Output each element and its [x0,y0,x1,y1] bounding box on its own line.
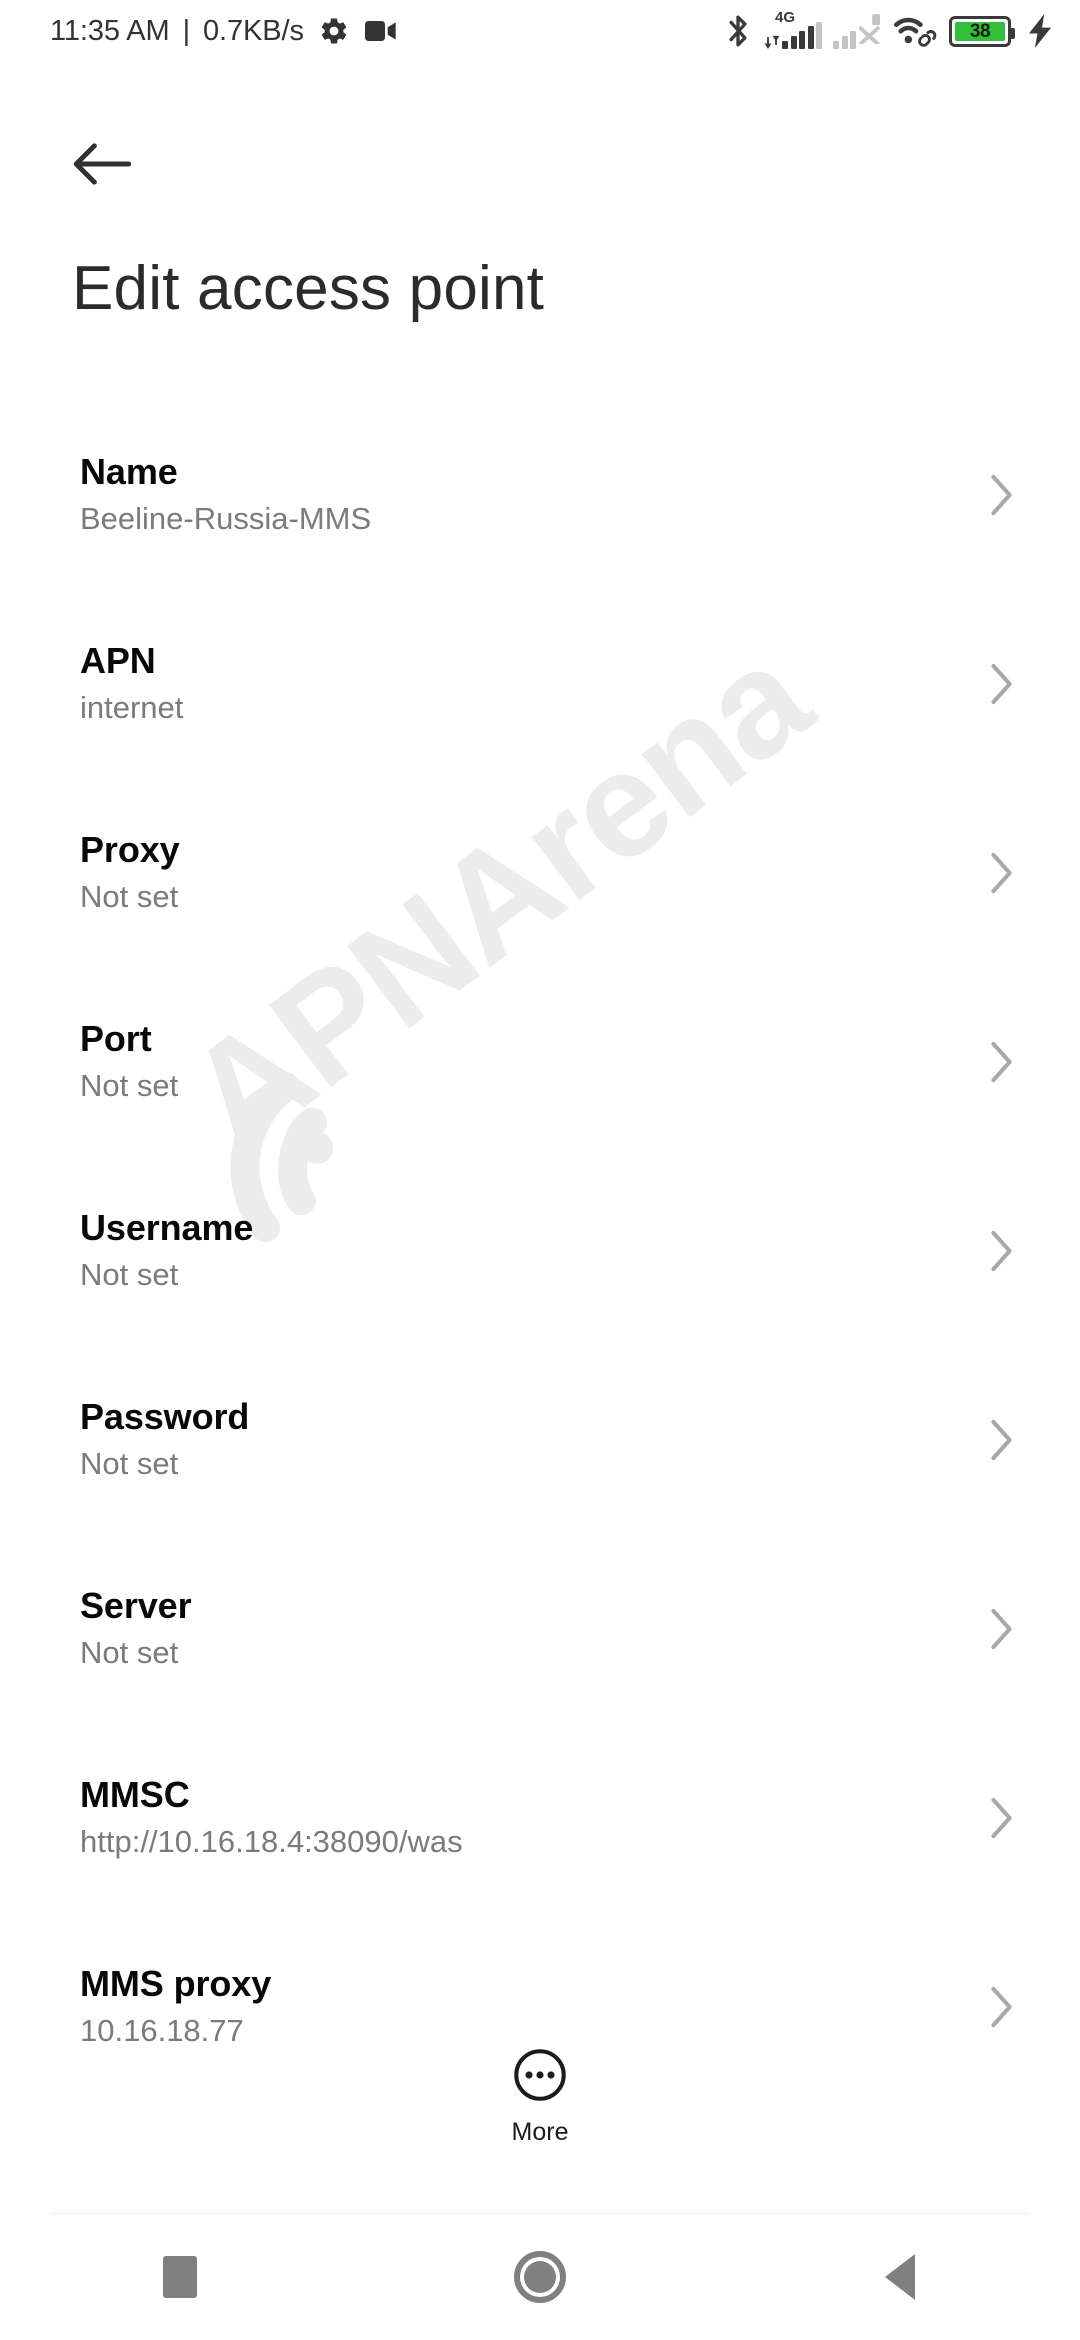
status-clock: 11:35 AM [50,14,170,47]
chevron-right-icon [980,1985,1024,2029]
chevron-right-icon [980,662,1024,706]
sim2-signal-icon [833,13,881,49]
row-texts: APN internet [80,639,960,729]
row-title: Proxy [80,828,180,870]
row-value: Not set [80,1256,179,1292]
status-bar-left: 11:35 AM | 0.7KB/s [50,15,397,48]
row-texts: MMS proxy 10.16.18.77 [80,1962,960,2052]
row-title: MMSC [80,1773,190,1815]
row-value: internet [80,689,184,725]
setting-row-mmsc[interactable]: MMSC http://10.16.18.4:38090/was [0,1723,1080,1912]
row-title: Username [80,1206,254,1248]
nav-home-button[interactable] [360,2214,720,2340]
network-type-label: 4G [775,9,796,26]
camcorder-icon [364,19,397,43]
status-bar-right: 4G 38 [723,9,1052,50]
battery-icon: 38 [949,15,1015,47]
status-bar: 11:35 AM | 0.7KB/s 4G 38 [0,0,1080,62]
chevron-right-icon [980,851,1024,895]
row-value: 10.16.18.77 [80,2012,244,2048]
access-point-settings-list: Name Beeline-Russia-MMS APN internet Pro… [0,400,1080,2101]
row-title: Name [80,450,178,492]
row-title: Server [80,1584,192,1626]
data-transfer-arrows-icon [764,27,780,49]
more-button-label: More [511,2118,569,2146]
row-value: Beeline-Russia-MMS [80,500,372,536]
bluetooth-icon [723,12,753,50]
chevron-right-icon [980,1229,1024,1273]
row-texts: MMSC http://10.16.18.4:38090/was [80,1773,960,1863]
setting-row-name[interactable]: Name Beeline-Russia-MMS [0,400,1080,589]
row-texts: Name Beeline-Russia-MMS [80,450,960,540]
row-texts: Username Not set [80,1206,960,1296]
phone-screen: 11:35 AM | 0.7KB/s 4G 38 APNArena Edit a… [0,0,1080,2340]
row-title: Password [80,1395,250,1437]
chevron-right-icon [980,1040,1024,1084]
row-texts: Server Not set [80,1584,960,1674]
circle-icon [514,2251,566,2303]
setting-row-password[interactable]: Password Not set [0,1345,1080,1534]
sim1-signal-icon: 4G [764,9,822,49]
nav-recents-button[interactable] [0,2214,360,2340]
back-button[interactable] [58,122,146,210]
row-value: Not set [80,1634,179,1670]
sim1-bars [782,22,822,49]
chevron-right-icon [980,1418,1024,1462]
triangle-left-icon [885,2254,915,2300]
row-value: Not set [80,878,179,914]
setting-row-apn[interactable]: APN internet [0,589,1080,778]
setting-row-proxy[interactable]: Proxy Not set [0,778,1080,967]
status-network-speed: 0.7KB/s [203,14,304,47]
row-title: APN [80,639,156,681]
row-value: Not set [80,1067,179,1103]
row-texts: Proxy Not set [80,828,960,918]
wifi-icon [892,14,938,48]
chevron-right-icon [980,1607,1024,1651]
arrow-left-icon [73,142,132,190]
row-title: MMS proxy [80,1962,272,2004]
row-title: Port [80,1017,152,1059]
system-navigation-bar [0,2214,1080,2340]
setting-row-port[interactable]: Port Not set [0,967,1080,1156]
no-service-x-icon [858,14,881,49]
gear-icon [319,16,349,46]
chevron-right-icon [980,473,1024,517]
row-value: http://10.16.18.4:38090/was [80,1823,463,1859]
sim2-bars [833,22,856,49]
setting-row-username[interactable]: Username Not set [0,1156,1080,1345]
row-texts: Password Not set [80,1395,960,1485]
setting-row-server[interactable]: Server Not set [0,1534,1080,1723]
nav-back-button[interactable] [720,2214,1080,2340]
row-texts: Port Not set [80,1017,960,1107]
more-button[interactable]: More [0,2048,1080,2147]
chevron-right-icon [980,1796,1024,1840]
page-title: Edit access point [72,254,545,323]
row-value: Not set [80,1445,179,1481]
square-icon [163,2256,197,2298]
more-horizontal-circle-icon [513,2048,567,2107]
charging-bolt-icon [1028,14,1052,48]
battery-level-label: 38 [969,20,991,42]
status-separator: | [182,14,191,47]
